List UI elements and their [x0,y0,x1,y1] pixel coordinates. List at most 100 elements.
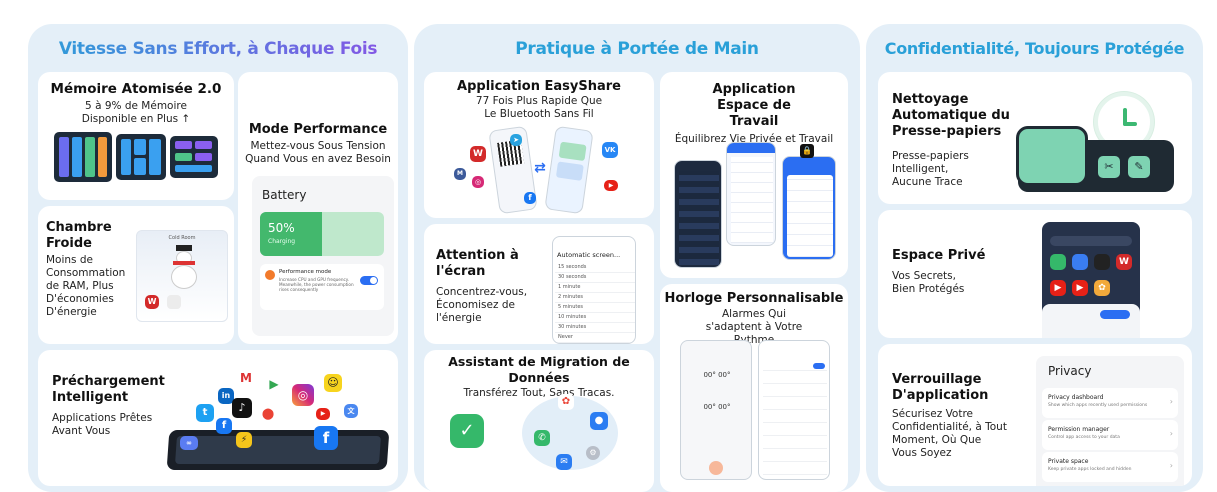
performance-mode-label: Performance mode [279,269,332,275]
messages-icon: ✉ [556,454,572,470]
memoire-title: Mémoire Atomisée 2.0 [50,81,222,97]
translate-icon: 文 [344,404,358,418]
cold-room-mockup: Cold Room W [136,230,228,322]
espace-prive-title: Espace Privé [892,248,986,263]
migration-subtitle: Transférez Tout, Sans Tracas. [463,387,615,399]
performance-icon [265,270,275,280]
youtube-small-icon: ▶ [604,180,618,191]
vk-icon: VK [602,142,618,158]
panel-speed: Vitesse Sans Effort, à Chaque Fois Mémoi… [28,24,408,492]
private-app-1-icon [1050,254,1066,270]
chevron-right-icon: › [1169,397,1173,406]
private-app-6-icon: ▶ [1072,280,1088,296]
meta-app-icon: ∞ [180,436,198,450]
smiley-icon: ☺ [324,374,342,392]
wps-icon: W [470,146,486,162]
phone-call-icon: ✆ [534,430,550,446]
card-nettoyage: Nettoyage Automatique du Presse-papiers … [878,72,1192,204]
screen-attention-mockup: Automatic screen... 15 seconds 30 seconds… [552,236,636,344]
easyshare-subtitle: 77 Fois Plus Rapide Que Le Bluetooth San… [475,95,603,120]
chambre-title: Chambre Froide [46,220,112,251]
lock-icon: 🔒 [800,144,814,158]
privacy-item-dashboard[interactable]: Privacy dashboard Show which apps recent… [1042,388,1178,418]
phone-with-app-icons-illustration [166,430,390,470]
privacy-item-desc: Keep private apps locked and hidden [1048,467,1132,472]
privacy-item-private-space[interactable]: Private space Keep private apps locked a… [1042,452,1178,482]
private-app-2-icon [1072,254,1088,270]
privacy-item-permission[interactable]: Permission manager Control app access to… [1042,420,1178,450]
privacy-settings-mockup: Privacy Privacy dashboard Show which app… [1036,356,1184,486]
performance-title: Mode Performance [248,122,388,137]
card-verrouillage: Verrouillage D'application Sécurisez Vot… [878,344,1192,486]
card-horloge: Horloge Personnalisable Alarmes Qui s'ad… [660,284,848,492]
phone-right-mockup [544,125,594,215]
attention-mock-title: Automatic screen... [557,251,621,259]
private-app-3-icon [1094,254,1110,270]
memoire-subtitle: 5 à 9% de Mémoire Disponible en Plus ↑ [81,100,191,125]
migration-title: Assistant de Migration de Données [448,354,630,385]
instagram-icon: ◎ [292,384,314,406]
settings-app-icon: ⚙ [586,446,600,460]
privacy-item-desc: Control app access to your data [1048,435,1120,440]
privacy-item-desc: Show which apps recently used permission… [1048,403,1148,408]
card-espace-prive: Espace Privé Vos Secrets, Bien Protégés … [878,210,1192,338]
chevron-right-icon: › [1169,461,1173,470]
espace-travail-title: Application Espace de Travail [712,82,796,129]
workspace-phone-1 [674,160,722,268]
performance-toggle[interactable] [360,276,378,285]
easyshare-title: Application EasyShare [457,79,621,94]
clock-phone-right [758,340,830,480]
privacy-item-title: Private space [1048,458,1089,465]
card-easyshare: Application EasyShare 77 Fois Plus Rapid… [424,72,654,218]
instagram-small-icon: ◎ [472,176,484,188]
facebook-icon: f [216,418,232,434]
scissors-icon: ✂ [1098,156,1120,178]
facebook-large-icon: f [314,426,338,450]
privacy-item-title: Permission manager [1048,426,1110,433]
google-play-icon: ▶ [269,377,279,391]
placeholder-icon [167,295,181,309]
performance-mode-row[interactable]: Performance mode Increase CPU and GPU fr… [260,264,384,310]
card-memoire: Mémoire Atomisée 2.0 5 à 9% de Mémoire D… [38,72,234,200]
chevron-right-icon: › [1169,429,1173,438]
verrouillage-subtitle: Sécurisez Votre Confidentialité, à Tout … [892,408,1007,459]
card-prechargement: Préchargement Intelligent Applications P… [38,350,398,486]
battery-bar: 50% Charging [260,212,384,256]
contacts-icon: ● [590,412,608,430]
prechargement-subtitle: Applications Prêtes Avant Vous [52,412,153,437]
private-app-4-icon: W [1116,254,1132,270]
card-espace-travail: Application Espace de Travail Équilibrez… [660,72,848,278]
battery-mockup: Battery 50% Charging Performance mode In… [252,176,394,336]
attention-title: Attention à l'écran [436,248,519,279]
card-chambre-froide: Chambre Froide Moins de Consommation de … [38,206,234,344]
gmail-icon: M [240,371,252,385]
facebook-small-icon: f [524,192,536,204]
cold-room-title: Cold Room [168,235,196,241]
panel-convenience: Pratique à Portée de Main Application Ea… [414,24,860,492]
privacy-item-title: Privacy dashboard [1048,394,1104,401]
migration-app-icon: ✓ [450,414,484,448]
chambre-subtitle: Moins de Consommation de RAM, Plus D'éco… [46,254,126,318]
verrouillage-title: Verrouillage D'application [892,372,989,403]
attention-subtitle: Concentrez-vous, Économisez de l'énergie [436,286,528,324]
misc-app-icon: M [454,168,466,180]
horloge-title: Horloge Personnalisable [664,291,844,306]
youtube-icon: ▶ [316,408,330,420]
transfer-arrows-icon: ⇄ [534,160,546,176]
private-space-phone: W ▶ ▶ ✿ [1042,222,1140,338]
private-app-5-icon: ▶ [1050,280,1066,296]
telegram-icon: ➤ [510,134,522,146]
battery-state: Charging [268,238,296,245]
flash-app-icon: ⚡ [236,432,252,448]
nettoyage-subtitle: Presse-papiers Intelligent, Aucune Trace [892,150,969,188]
panel-privacy: Confidentialité, Toujours Protégée Netto… [866,24,1203,492]
card-attention: Attention à l'écran Concentrez-vous, Éco… [424,224,654,344]
workspace-phone-3 [782,156,836,260]
battery-percent: 50% [268,221,295,235]
nettoyage-title: Nettoyage Automatique du Presse-papiers [892,92,1010,139]
panel-title-speed: Vitesse Sans Effort, à Chaque Fois [28,39,408,59]
card-performance: Mode Performance Mettez-vous Sous Tensio… [238,72,398,344]
snowman-illustration [167,245,201,289]
panel-title-convenience: Pratique à Portée de Main [515,39,759,59]
tiktok-icon: ♪ [232,398,252,418]
